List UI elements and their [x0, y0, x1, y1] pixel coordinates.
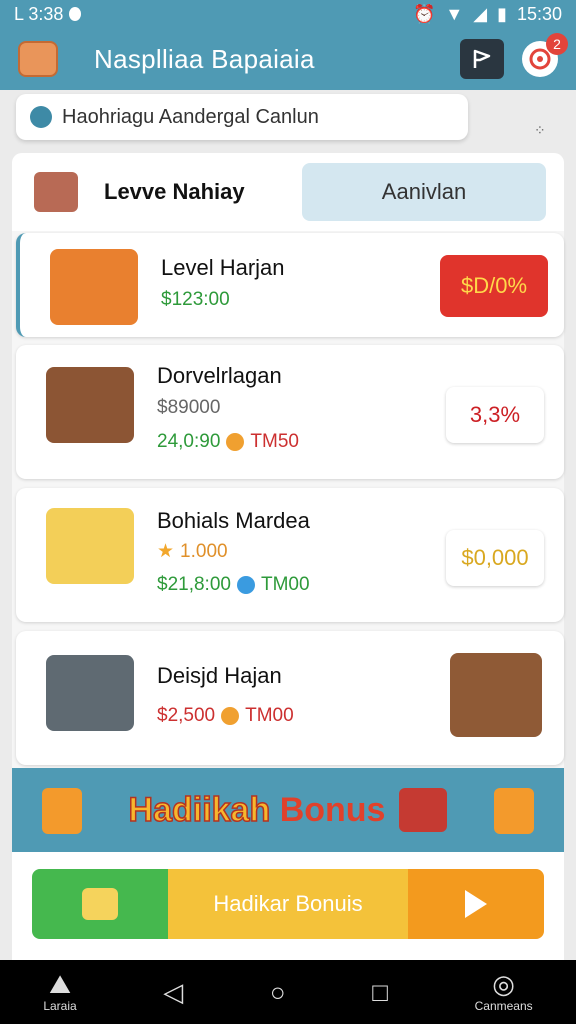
star-icon	[82, 888, 118, 920]
coin-icon	[226, 433, 245, 451]
gift-box-icon	[399, 788, 448, 832]
item-title: Bohials Mardea	[157, 508, 310, 533]
app-notification-icon	[69, 7, 82, 21]
tab-level-icon	[34, 172, 78, 212]
nav-recents[interactable]: □	[372, 979, 388, 1005]
coin-case-image	[46, 655, 134, 731]
treasure-chest-image	[46, 367, 134, 443]
item-tag: TM00	[260, 574, 310, 595]
item-price: $123:00	[161, 289, 230, 311]
recents-icon: □	[372, 977, 388, 1007]
discount-badge[interactable]: $D/0%	[440, 255, 548, 317]
cta-play-section	[408, 869, 544, 939]
nav-home-app[interactable]: ⛰ Laraia	[43, 971, 76, 1013]
list-item[interactable]: Deisjd Hajan $2,500 TM00	[16, 631, 564, 765]
nav-left-label: Laraia	[43, 999, 77, 1013]
gem-icon	[236, 576, 255, 594]
item-price-row: $2,500 TM00	[157, 705, 294, 727]
value-badge[interactable]: $0,000	[446, 530, 544, 586]
search-icon	[30, 106, 52, 128]
flag-button[interactable]	[460, 39, 504, 79]
coin-icon	[221, 707, 240, 725]
treasure-boy-image	[46, 508, 134, 584]
gift-box-image	[50, 249, 138, 325]
cta-label: Hadikar Bonuis	[168, 869, 408, 939]
status-left: L 3:38	[14, 3, 82, 25]
item-price-value: $123:00	[161, 289, 230, 310]
banner-word-1: Hadiikah	[128, 790, 271, 830]
alarm-icon: ⏰	[412, 3, 436, 24]
item-title: Deisjd Hajan	[157, 663, 282, 688]
status-time: 15:30	[516, 3, 562, 24]
item-old-price: $89000	[157, 397, 220, 419]
tab-level-active[interactable]: Levve Nahiay	[104, 179, 245, 205]
item-old-price-value: $89000	[157, 397, 221, 418]
item-rating: 1.000	[180, 540, 228, 562]
system-nav-bar: ⛰ Laraia ◁ ○ □ ◎ Canmeans	[0, 960, 576, 1024]
status-right: ⏰ ▼ ◢ ▮ 15:30	[413, 4, 562, 25]
gift-icon	[494, 788, 534, 834]
flag-icon	[473, 49, 491, 68]
app-logo-icon	[18, 41, 58, 77]
more-dots-icon[interactable]: ⁘	[534, 122, 546, 138]
cta-star-section	[32, 869, 168, 939]
item-title: Level Harjan	[161, 255, 285, 280]
item-price-value: 24,0:90	[157, 431, 221, 452]
list-item[interactable]: Dorvelrlagan $89000 24,0:90 TM50 3,3%	[16, 345, 564, 479]
star-icon: ★	[157, 541, 175, 562]
search-bar[interactable]: Haohriagu Aandergal Canlun	[16, 94, 468, 140]
status-bar: L 3:38 ⏰ ▼ ◢ ▮ 15:30	[0, 0, 576, 28]
item-tag: TM00	[245, 705, 294, 726]
app-bar: Nasplliaa Bapaiaia 2	[0, 28, 576, 90]
item-price-value: $21,8:00	[157, 574, 231, 595]
notification-badge: 2	[546, 33, 568, 55]
wifi-icon: ▼	[445, 3, 464, 24]
notification-button[interactable]: 2	[522, 33, 568, 77]
app-title: Nasplliaa Bapaiaia	[94, 43, 315, 74]
list-item[interactable]: Bohials Mardea ★ 1.000 $21,8:00 TM00 $0,…	[16, 488, 564, 622]
item-tag: TM50	[250, 431, 299, 452]
item-price-row: $21,8:00 TM00	[157, 574, 310, 596]
bonus-banner[interactable]: Hadiikah Bonus	[12, 768, 564, 852]
item-title: Dorvelrlagan	[157, 363, 282, 388]
item-price-row: 24,0:90 TM50	[157, 431, 299, 453]
bonus-cta-button[interactable]: Hadikar Bonuis	[32, 869, 544, 939]
app-icon: ◎	[492, 969, 515, 999]
item-rating-row: ★ 1.000	[157, 540, 228, 563]
nav-home[interactable]: ○	[270, 979, 286, 1005]
status-left-text: L 3:38	[14, 3, 64, 24]
signal-icon: ◢	[473, 3, 488, 24]
search-text: Haohriagu Aandergal Canlun	[62, 105, 319, 128]
home-app-icon: ⛰	[49, 969, 71, 999]
banner-word-2: Bonus	[279, 790, 386, 829]
home-icon: ○	[269, 977, 286, 1007]
percent-badge[interactable]: 3,3%	[446, 387, 544, 443]
nav-right-app[interactable]: ◎ Canmeans	[475, 971, 533, 1013]
app-bar-actions: 2	[460, 33, 568, 79]
battery-icon: ▮	[497, 3, 507, 24]
gift-icon	[42, 788, 82, 834]
banner-title: Hadiikah Bonus	[128, 790, 386, 830]
tab-other[interactable]: Aanivlan	[302, 163, 546, 221]
nav-back[interactable]: ◁	[163, 979, 183, 1005]
nav-right-label: Canmeans	[474, 999, 533, 1013]
item-price-value: $2,500	[157, 705, 216, 726]
play-icon	[465, 890, 487, 918]
list-item[interactable]: Level Harjan $123:00 $D/0%	[16, 233, 564, 337]
back-icon: ◁	[163, 977, 184, 1007]
chest-image	[450, 653, 542, 737]
tab-bar: Levve Nahiay Aanivlan	[12, 153, 564, 231]
